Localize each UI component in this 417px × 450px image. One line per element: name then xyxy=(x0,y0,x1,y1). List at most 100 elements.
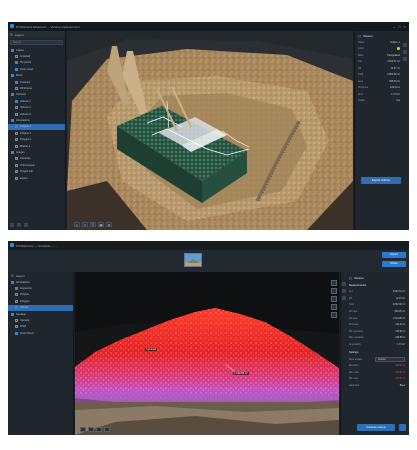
measurement-row: Max. elevation 430.58 m xyxy=(349,335,405,342)
layer-visibility-checkbox[interactable] xyxy=(15,163,18,167)
maximize-button[interactable]: □ xyxy=(398,24,400,29)
minimize-button[interactable]: – xyxy=(393,24,395,29)
layer-visibility-checkbox[interactable] xyxy=(15,306,18,310)
property-value: 2 840.31 m³ xyxy=(387,60,400,64)
setting-key: Base surface xyxy=(349,358,363,361)
rotate-icon[interactable] xyxy=(331,296,337,302)
layer-visibility-checkbox[interactable] xyxy=(11,312,14,316)
settings-icon[interactable] xyxy=(17,223,21,227)
property-key: Fill xyxy=(358,66,362,70)
grid-icon[interactable] xyxy=(96,427,102,432)
layer-visibility-checkbox[interactable] xyxy=(15,131,18,135)
layer-label: Annotations xyxy=(16,280,30,284)
layer-visibility-checkbox[interactable] xyxy=(15,61,18,65)
viewer-volume-label: 1 239.65 m³ xyxy=(233,372,249,375)
panel-side-tools xyxy=(403,43,407,61)
more-options-button[interactable] xyxy=(399,424,406,431)
layer-visibility-checkbox[interactable] xyxy=(11,118,14,122)
layer-visibility-checkbox[interactable] xyxy=(15,293,18,297)
layer-label: Camera xyxy=(20,319,30,323)
layer-visibility-checkbox[interactable] xyxy=(15,144,18,148)
play-icon[interactable] xyxy=(80,427,86,432)
setting-value: Base xyxy=(399,385,405,388)
layer-visibility-checkbox[interactable] xyxy=(15,125,18,129)
layer-visibility-checkbox[interactable] xyxy=(15,80,18,84)
view-tool-button[interactable]: ▣ xyxy=(98,222,104,227)
volume-icon: ▢ xyxy=(358,34,361,38)
layer-visibility-checkbox[interactable] xyxy=(15,157,18,161)
edit-icon[interactable] xyxy=(342,289,346,293)
layer-visibility-checkbox[interactable] xyxy=(15,331,18,335)
layer-visibility-checkbox[interactable] xyxy=(15,325,18,329)
play-tool-button[interactable]: ▸ xyxy=(74,222,80,227)
delete-icon[interactable] xyxy=(342,296,346,300)
color-dot-icon[interactable] xyxy=(397,46,400,50)
compute-volume-button[interactable]: Compute volume xyxy=(357,424,395,431)
layer-visibility-checkbox[interactable] xyxy=(15,106,18,110)
layer-visibility-checkbox[interactable] xyxy=(11,280,14,284)
measure-tool-button[interactable]: ✦ xyxy=(82,222,88,227)
export-button[interactable]: Export xyxy=(382,252,406,258)
layer-visibility-checkbox[interactable] xyxy=(11,74,14,78)
layer-visibility-checkbox[interactable] xyxy=(15,87,18,91)
scene-thumbnail[interactable] xyxy=(184,253,202,267)
delete-icon[interactable] xyxy=(403,57,407,61)
layer-label: Tie points xyxy=(20,61,32,65)
viewer-toolbar: ▸ ✦ ☰ ▣ ⊕ xyxy=(74,222,112,227)
layer-visibility-checkbox[interactable] xyxy=(15,99,18,103)
layer-label: Marker 1 xyxy=(20,144,31,148)
zoom-icon[interactable] xyxy=(331,288,337,294)
layer-visibility-checkbox[interactable] xyxy=(11,150,14,154)
export-volume-button[interactable]: Export volume xyxy=(361,177,401,184)
edit-icon[interactable] xyxy=(403,43,407,47)
layer-visibility-checkbox[interactable] xyxy=(15,176,18,180)
add-layer-icon[interactable] xyxy=(10,223,14,227)
layer-label: Polyline xyxy=(20,293,30,297)
properties-header: ▢ Volume xyxy=(349,274,405,281)
close-button[interactable]: × xyxy=(404,24,406,29)
layer-label: Annotations xyxy=(16,118,30,122)
layer-row[interactable]: Point Cloud xyxy=(8,330,73,336)
camera-icon[interactable] xyxy=(88,427,94,432)
layer-label: Export xyxy=(20,176,28,180)
copy-icon[interactable] xyxy=(403,50,407,54)
layer-visibility-checkbox[interactable] xyxy=(11,93,14,97)
add-tool-button[interactable]: ⊕ xyxy=(106,222,112,227)
layer-label: Layers xyxy=(16,48,24,52)
measure-icon[interactable] xyxy=(331,304,337,310)
measurement-key: Min. elevation xyxy=(349,330,364,333)
measurement-value: ± 3.5 m³ xyxy=(396,344,405,347)
layer-visibility-checkbox[interactable] xyxy=(15,299,18,303)
layers-tab[interactable]: Layers xyxy=(16,274,25,278)
info-icon[interactable] xyxy=(342,282,346,286)
measurement-key: Cut xyxy=(349,291,353,294)
layer-row[interactable]: Export xyxy=(8,175,65,181)
property-value: 2 852.38 m³ xyxy=(387,73,400,77)
home-icon[interactable] xyxy=(331,312,337,318)
panel-side-tools xyxy=(342,282,346,300)
layer-visibility-checkbox[interactable] xyxy=(15,55,18,59)
layers-tool-button[interactable]: ☰ xyxy=(90,222,96,227)
layer-visibility-checkbox[interactable] xyxy=(15,112,18,116)
fullscreen-icon[interactable] xyxy=(104,427,110,432)
measurements-heading: Measurements xyxy=(349,284,367,287)
measurement-value: 1 024.88 m² xyxy=(392,317,405,320)
layers-tab[interactable]: Layers xyxy=(15,33,24,37)
help-icon[interactable] xyxy=(24,223,28,227)
setting-key: Alignment xyxy=(349,385,360,388)
layer-visibility-checkbox[interactable] xyxy=(15,138,18,142)
layer-visibility-checkbox[interactable] xyxy=(15,319,18,323)
share-button[interactable]: Share xyxy=(382,261,406,267)
layer-visibility-checkbox[interactable] xyxy=(11,48,14,52)
app-logo-icon xyxy=(10,24,14,28)
stockpile-heatmap xyxy=(75,272,339,435)
3d-viewport[interactable] xyxy=(67,31,353,230)
layers-search-input[interactable]: Search xyxy=(10,40,63,45)
3d-viewport[interactable]: 1 239.65 m³ Cut area xyxy=(75,272,339,435)
base-surface-dropdown[interactable]: Custom xyxy=(375,357,405,363)
layer-visibility-checkbox[interactable] xyxy=(15,287,18,291)
navigate-icon[interactable] xyxy=(331,280,337,286)
measurement-key: Max. elevation xyxy=(349,337,364,340)
layer-visibility-checkbox[interactable] xyxy=(15,67,18,71)
layer-visibility-checkbox[interactable] xyxy=(15,170,18,174)
